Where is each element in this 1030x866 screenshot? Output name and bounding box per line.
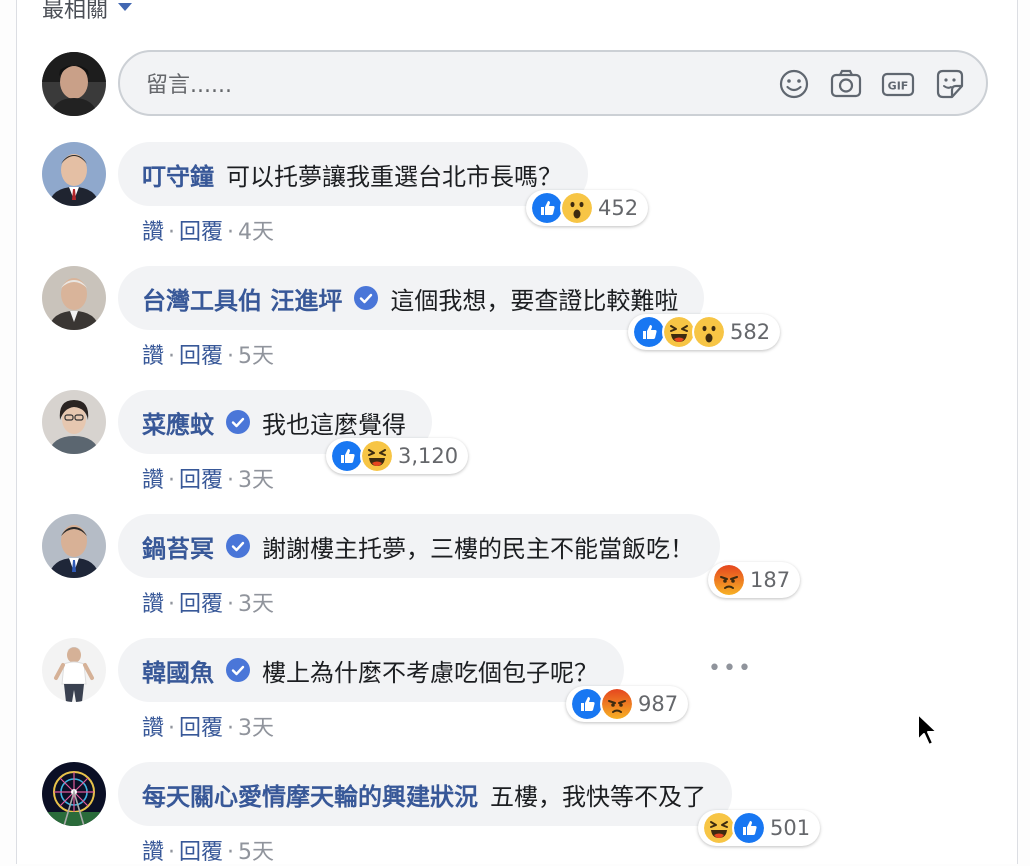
avatar[interactable] <box>42 514 106 578</box>
reply-link[interactable]: 回覆 <box>179 220 223 245</box>
sort-label: 最相關 <box>42 0 109 23</box>
reaction-summary[interactable]: 582 <box>628 314 781 350</box>
reaction-summary[interactable]: 987 <box>566 686 689 722</box>
comment-text: 五樓，我快等不及了 <box>490 782 706 811</box>
comment-author-link[interactable]: 菜應蚊 <box>142 405 214 440</box>
gif-icon[interactable]: GIF <box>880 66 916 102</box>
comment-actions: 讚 · 回覆 · 4天 <box>142 220 275 245</box>
comment-actions: 讚 · 回覆 · 5天 <box>142 344 275 369</box>
reaction-summary[interactable]: 3,120 <box>326 438 469 474</box>
reaction-count: 987 <box>638 692 679 716</box>
svg-text:GIF: GIF <box>888 80 909 93</box>
reaction-summary[interactable]: 501 <box>698 810 821 846</box>
verified-badge-icon <box>226 410 250 434</box>
reaction-count: 452 <box>598 196 639 220</box>
mouse-cursor-icon <box>917 713 938 746</box>
chevron-down-icon <box>118 3 133 11</box>
comment-actions: 讚 · 回覆 · 3天 <box>142 468 275 493</box>
verified-badge-icon <box>226 658 250 682</box>
comment-timestamp[interactable]: 3天 <box>238 716 274 741</box>
emoji-icon[interactable] <box>776 66 812 102</box>
comment-text: 謝謝樓主托夢，三樓的民主不能當飯吃！ <box>262 534 694 563</box>
reaction-summary[interactable]: 187 <box>708 562 801 598</box>
like-link[interactable]: 讚 <box>142 344 164 369</box>
comment-author-link[interactable]: 每天關心愛情摩天輪的興建狀況 <box>142 777 478 812</box>
comment-bubble: 叮守鐘 可以托夢讓我重選台北市長嗎？ <box>118 142 588 206</box>
like-link[interactable]: 讚 <box>142 840 164 865</box>
like-link[interactable]: 讚 <box>142 220 164 245</box>
comment-timestamp[interactable]: 5天 <box>238 840 274 865</box>
comment-text: 我也這麼覺得 <box>262 410 406 439</box>
reaction-count: 187 <box>750 568 791 592</box>
verified-badge-icon <box>354 286 379 310</box>
like-link[interactable]: 讚 <box>142 468 164 493</box>
like-link[interactable]: 讚 <box>142 716 164 741</box>
comment-actions: 讚 · 回覆 · 3天 <box>142 716 275 741</box>
comment-bubble: 鍋苔冥 謝謝樓主托夢，三樓的民主不能當飯吃！ <box>118 514 720 578</box>
avatar[interactable] <box>42 762 106 826</box>
haha-reaction-icon <box>360 439 394 473</box>
wow-reaction-icon <box>692 315 726 349</box>
comment-bubble: 韓國魚 樓上為什麼不考慮吃個包子呢？ <box>118 638 624 702</box>
reaction-summary[interactable]: 452 <box>526 190 649 226</box>
comment-author-link[interactable]: 韓國魚 <box>142 653 214 688</box>
comment-bubble: 台灣工具伯 汪進坪 這個我想，要查證比較難啦 <box>118 266 705 330</box>
angry-reaction-icon <box>600 687 634 721</box>
wow-reaction-icon <box>560 191 594 225</box>
haha-reaction-icon <box>662 315 696 349</box>
sort-dropdown[interactable]: 最相關 <box>42 0 133 24</box>
comment-input[interactable] <box>144 66 708 104</box>
avatar[interactable] <box>42 142 106 206</box>
comment-timestamp[interactable]: 3天 <box>238 468 274 493</box>
comment-timestamp[interactable]: 5天 <box>238 344 274 369</box>
comment-text: 樓上為什麼不考慮吃個包子呢？ <box>262 658 598 687</box>
comment-text: 可以托夢讓我重選台北市長嗎？ <box>226 162 562 191</box>
comment-bubble: 每天關心愛情摩天輪的興建狀況 五樓，我快等不及了 <box>118 762 732 826</box>
verified-badge-icon <box>226 534 250 558</box>
reaction-count: 3,120 <box>398 444 459 468</box>
sticker-icon[interactable] <box>932 66 968 102</box>
like-reaction-icon <box>632 315 666 349</box>
comment-actions: 讚 · 回覆 · 5天 <box>142 840 275 865</box>
comment-actions: 讚 · 回覆 · 3天 <box>142 592 275 617</box>
avatar[interactable] <box>42 266 106 330</box>
more-options-icon[interactable]: ••• <box>708 656 753 681</box>
avatar[interactable] <box>42 638 106 702</box>
reaction-count: 582 <box>730 320 771 344</box>
like-reaction-icon <box>330 439 364 473</box>
like-reaction-icon <box>530 191 564 225</box>
reply-link[interactable]: 回覆 <box>179 716 223 741</box>
reply-link[interactable]: 回覆 <box>179 592 223 617</box>
comment-timestamp[interactable]: 3天 <box>238 592 274 617</box>
like-link[interactable]: 讚 <box>142 592 164 617</box>
like-reaction-icon <box>570 687 604 721</box>
comment-author-link[interactable]: 叮守鐘 <box>142 157 214 192</box>
comment-author-link[interactable]: 台灣工具伯 汪進坪 <box>142 281 342 316</box>
comment-text: 這個我想，要查證比較難啦 <box>390 286 679 315</box>
current-user-avatar[interactable] <box>42 52 106 116</box>
like-reaction-icon <box>732 811 766 845</box>
reply-link[interactable]: 回覆 <box>179 468 223 493</box>
reaction-count: 501 <box>770 816 811 840</box>
comment-timestamp[interactable]: 4天 <box>238 220 274 245</box>
haha-reaction-icon <box>702 811 736 845</box>
camera-icon[interactable] <box>828 66 864 102</box>
avatar[interactable] <box>42 390 106 454</box>
reply-link[interactable]: 回覆 <box>179 840 223 865</box>
angry-reaction-icon <box>712 563 746 597</box>
reply-link[interactable]: 回覆 <box>179 344 223 369</box>
comment-author-link[interactable]: 鍋苔冥 <box>142 529 214 564</box>
comment-composer[interactable]: GIF <box>118 50 988 116</box>
